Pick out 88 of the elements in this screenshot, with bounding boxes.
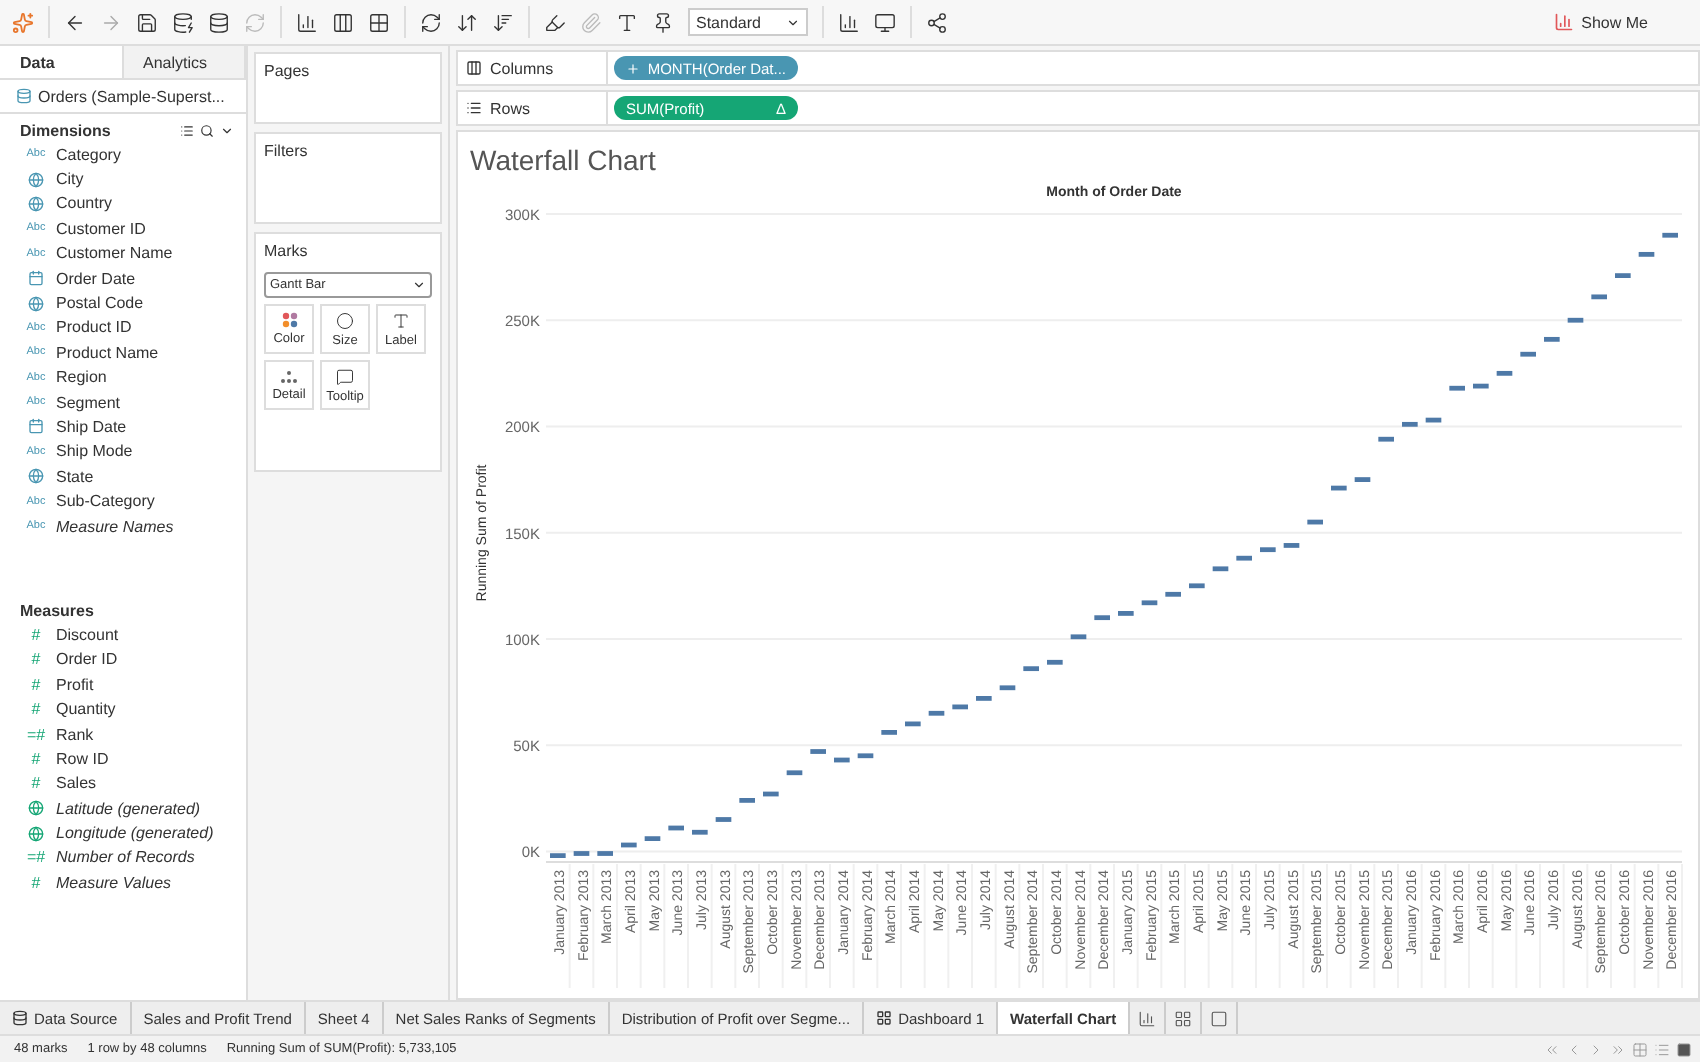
field-name[interactable]: Sales (56, 774, 97, 793)
show-me-button[interactable]: Show Me (1553, 12, 1688, 32)
pane-tab[interactable]: Analytics (123, 46, 246, 78)
search-icon[interactable] (200, 124, 214, 138)
plus-icon (626, 61, 640, 75)
color-dots-icon (281, 312, 297, 328)
globe-icon (28, 171, 44, 188)
list-icon[interactable] (180, 124, 194, 138)
database-icon (12, 1010, 28, 1026)
label-icon (392, 311, 410, 329)
pin-icon[interactable] (652, 11, 674, 33)
field-name[interactable]: City (56, 170, 84, 189)
field-name[interactable]: Category (56, 145, 121, 164)
field-name[interactable]: Measure Values (56, 873, 172, 892)
data-source-name[interactable]: Orders (Sample-Superst... (38, 87, 225, 105)
field-type-icon: # (24, 625, 48, 644)
columns-icon (466, 60, 482, 76)
field-name[interactable]: State (56, 467, 94, 486)
field-name[interactable]: Longitude (generated) (56, 824, 214, 843)
field-name[interactable]: Sub-Category (56, 492, 155, 511)
sort-descending-icon[interactable] (492, 11, 514, 33)
detail-dots-icon (280, 369, 298, 383)
database-icon (16, 88, 32, 104)
share-icon[interactable] (926, 11, 948, 33)
rows-icon (466, 100, 482, 116)
sort-ascending-icon[interactable] (456, 11, 478, 33)
sheet-title: Waterfall Chart (468, 142, 658, 176)
caret-icon (786, 15, 800, 29)
globe-icon (28, 295, 44, 312)
card-title: Marks (264, 242, 310, 260)
field-name[interactable]: Discount (56, 625, 119, 644)
field-type-icon: =# (24, 848, 48, 867)
field-name[interactable]: Ship Mode (56, 442, 133, 461)
card-title: Pages (264, 62, 312, 80)
next-icon[interactable] (1588, 1041, 1604, 1057)
tooltip-icon (336, 367, 354, 385)
field-name[interactable]: Ship Date (56, 417, 127, 436)
field-name[interactable]: Product Name (56, 343, 159, 362)
field-name[interactable]: Order ID (56, 650, 118, 669)
text-icon[interactable] (616, 11, 638, 33)
field-name[interactable]: Measure Names (56, 517, 174, 536)
field-name[interactable]: Row ID (56, 749, 109, 768)
size-icon (336, 311, 354, 329)
save-icon[interactable] (136, 11, 158, 33)
shelf-label: Columns (458, 52, 608, 84)
globe-icon (28, 825, 44, 842)
field-type-icon: # (24, 650, 48, 669)
field-name[interactable]: Customer Name (56, 244, 173, 263)
field-name[interactable]: Postal Code (56, 294, 144, 313)
field-name[interactable]: Product ID (56, 318, 132, 337)
field-type-icon: # (24, 675, 48, 694)
calendar-icon (28, 418, 44, 435)
calendar-icon (28, 270, 44, 287)
shelf-label: Rows (458, 92, 608, 124)
section-title: Dimensions (20, 122, 111, 140)
grid-icon (876, 1010, 893, 1026)
highlight-icon[interactable] (544, 11, 566, 33)
caret-icon (412, 278, 426, 292)
previous-icon[interactable] (1566, 1041, 1582, 1057)
fit-dropdown[interactable]: Standard (688, 8, 808, 36)
paperclip-icon[interactable] (580, 11, 602, 33)
field-type-icon: # (24, 774, 48, 793)
field-name[interactable]: Quantity (56, 700, 116, 719)
caret-icon[interactable] (220, 124, 234, 138)
logo-icon[interactable] (12, 11, 34, 33)
field-type-icon: =# (24, 725, 48, 743)
field-name[interactable]: Rank (56, 725, 94, 743)
database-icon[interactable] (208, 11, 230, 33)
field-name[interactable]: Customer ID (56, 219, 146, 238)
back-arrow-icon[interactable] (64, 11, 86, 33)
field-name[interactable]: Region (56, 368, 107, 387)
field-name[interactable]: Latitude (generated) (56, 799, 201, 818)
gantt-mark (1307, 519, 1323, 525)
section-title: Measures (20, 602, 94, 621)
field-name[interactable]: Segment (56, 393, 121, 412)
card-title: Filters (264, 142, 310, 160)
chart-icon (1553, 12, 1574, 32)
field-type-icon: # (24, 749, 48, 768)
field-type-icon: # (24, 873, 48, 892)
presentation-icon[interactable] (874, 11, 896, 33)
field-name[interactable]: Profit (56, 675, 94, 694)
field-name[interactable]: Order Date (56, 269, 136, 288)
globe-icon (28, 800, 44, 817)
globe-icon (28, 468, 44, 485)
field-type-icon: # (24, 700, 48, 719)
field-name[interactable]: Country (56, 194, 113, 213)
globe-icon (28, 195, 44, 212)
field-name[interactable]: Number of Records (56, 848, 195, 867)
